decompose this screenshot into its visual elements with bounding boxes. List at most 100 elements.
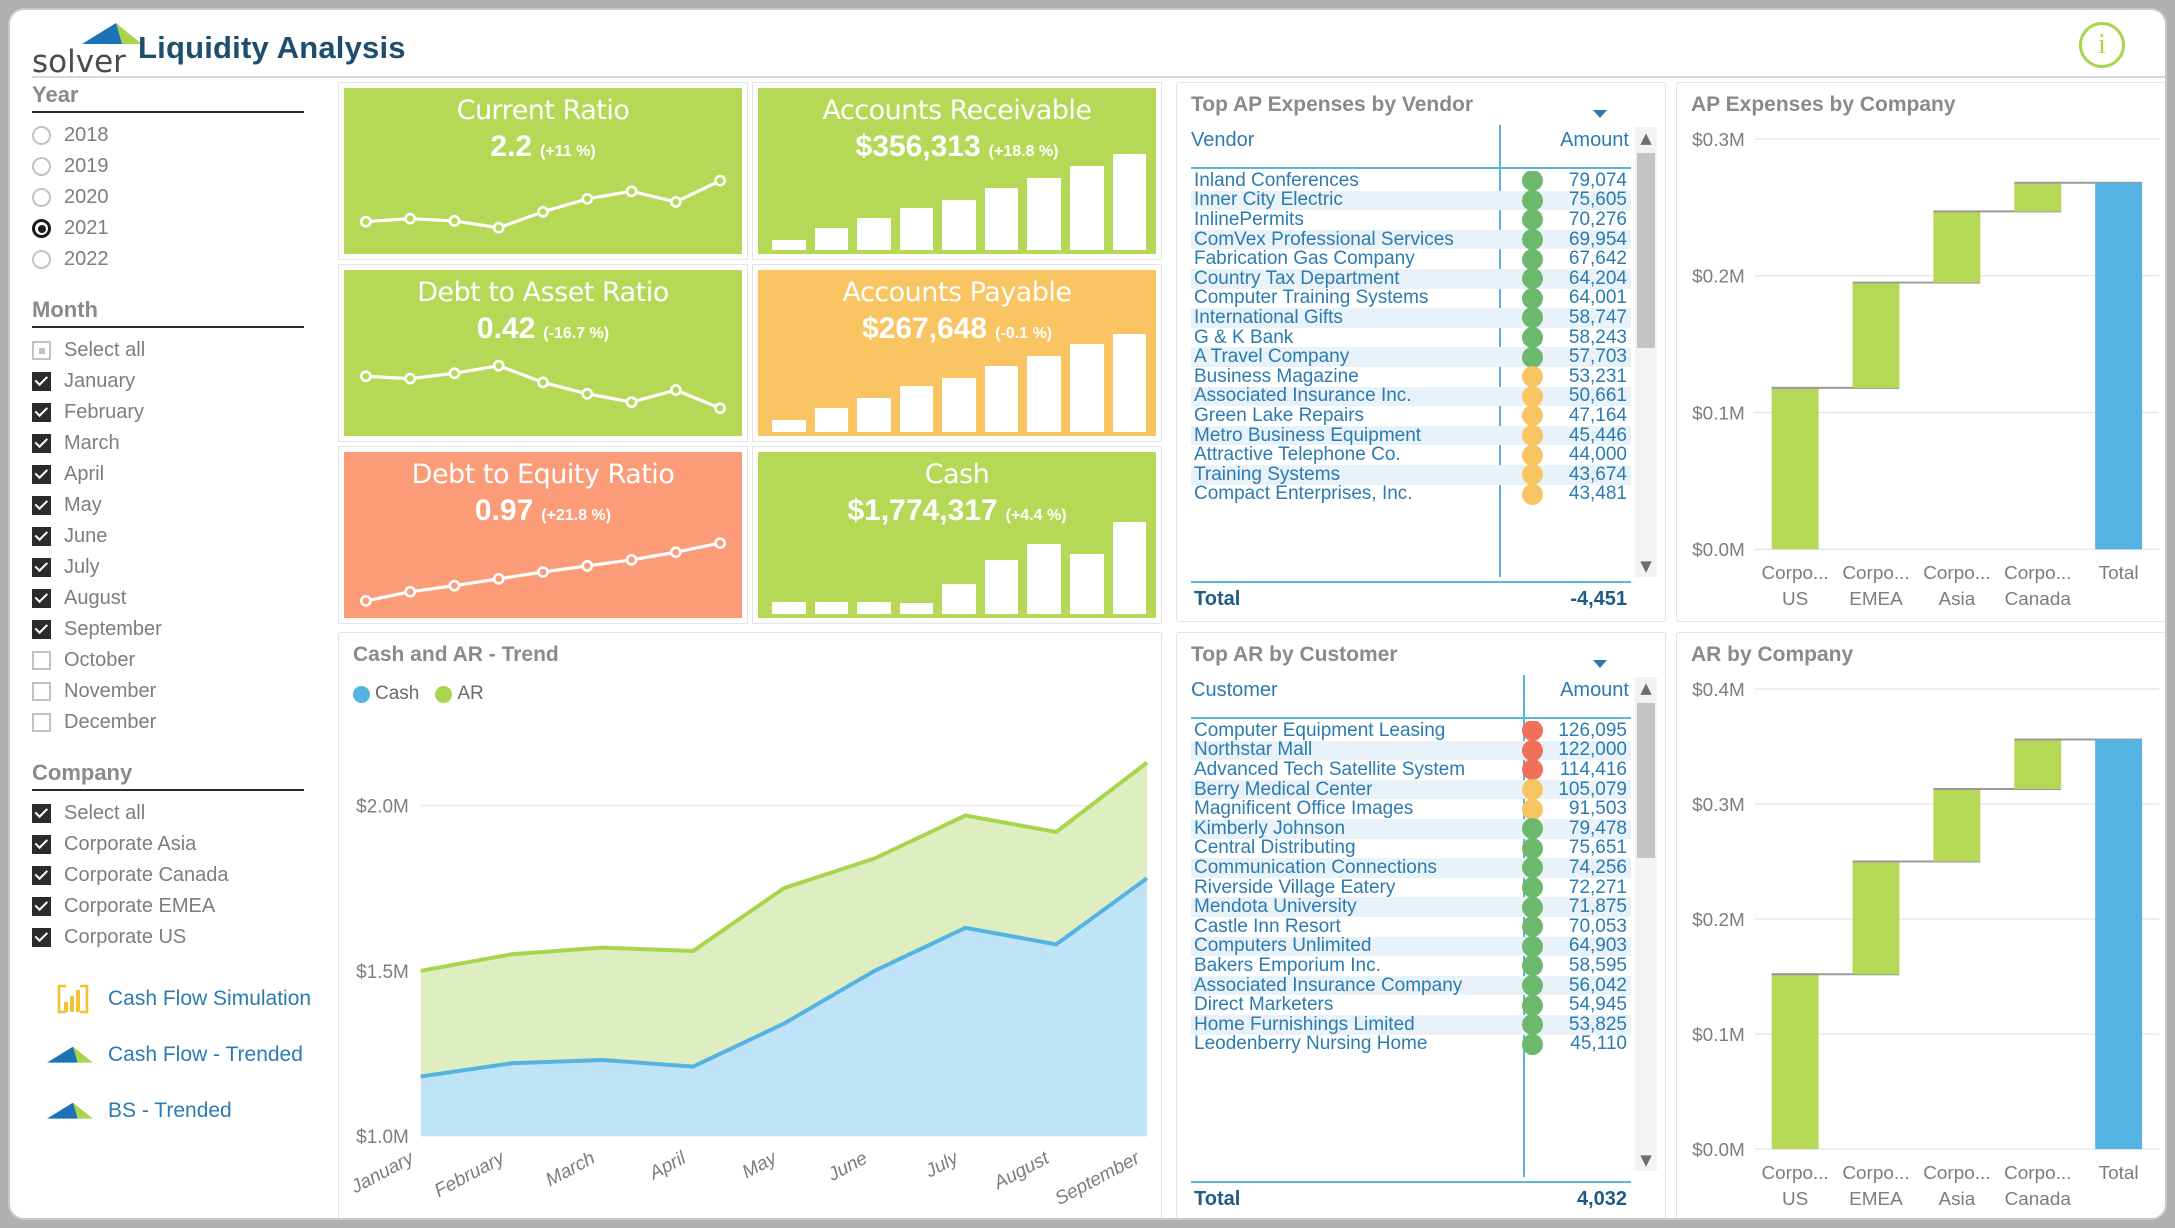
checkbox-icon[interactable] — [32, 558, 51, 577]
ap-table-scrollbar[interactable]: ▲ ▼ — [1635, 127, 1657, 577]
company-option-corporate-canada[interactable]: Corporate Canada — [32, 860, 330, 891]
table-row[interactable]: Training Systems 43,674 — [1191, 464, 1631, 486]
waterfall-bar[interactable] — [1852, 860, 1981, 975]
ar-col-amount[interactable]: Amount — [1560, 679, 1629, 702]
table-row[interactable]: Home Furnishings Limited 53,825 — [1191, 1014, 1631, 1036]
table-row[interactable]: Mendota University 71,875 — [1191, 896, 1631, 918]
checkbox-icon[interactable] — [32, 465, 51, 484]
month-option-february[interactable]: February — [32, 397, 330, 428]
year-option-2022[interactable]: 2022 — [32, 244, 330, 275]
waterfall-bar[interactable] — [2095, 739, 2143, 1150]
table-row[interactable]: Communication Connections 74,256 — [1191, 857, 1631, 879]
ap-table-body[interactable]: Inland Conferences 79,074 Inner City Elect… — [1191, 171, 1631, 577]
table-row[interactable]: Advanced Tech Satellite System 114,416 — [1191, 759, 1631, 781]
kpi-card-cash[interactable]: Cash $1,774,317 (+4.4 %) — [752, 446, 1162, 624]
year-option-2020[interactable]: 2020 — [32, 182, 330, 213]
table-row[interactable]: Business Magazine 53,231 — [1191, 366, 1631, 388]
ar-table-body[interactable]: Computer Equipment Leasing 126,095 Northst… — [1191, 721, 1631, 1171]
month-option-november[interactable]: November — [32, 676, 330, 707]
year-option-2018[interactable]: 2018 — [32, 120, 330, 151]
checkbox-icon[interactable] — [32, 341, 51, 360]
company-option-corporate-asia[interactable]: Corporate Asia — [32, 829, 330, 860]
month-option-june[interactable]: June — [32, 521, 330, 552]
table-row[interactable]: Green Lake Repairs 47,164 — [1191, 405, 1631, 427]
table-row[interactable]: Associated Insurance Inc. 50,661 — [1191, 385, 1631, 407]
radio-icon[interactable] — [32, 157, 51, 176]
ap-waterfall-chart[interactable]: $0.0M $0.1M $0.2M $0.3M Corpo... US Corpo... EM… — [1677, 123, 2167, 621]
year-option-2021[interactable]: 2021 — [32, 213, 330, 244]
checkbox-icon[interactable] — [32, 651, 51, 670]
scrollbar-thumb[interactable] — [1637, 703, 1655, 858]
kpi-card-accounts-payable[interactable]: Accounts Payable $267,648 (-0.1 %) — [752, 264, 1162, 442]
table-row[interactable]: Associated Insurance Company 56,042 — [1191, 975, 1631, 997]
kpi-card-debt-to-equity-ratio[interactable]: Debt to Equity Ratio 0.97 (+21.8 %) — [338, 446, 748, 624]
checkbox-icon[interactable] — [32, 620, 51, 639]
table-row[interactable]: ComVex Professional Services 69,954 — [1191, 229, 1631, 251]
waterfall-bar[interactable] — [1852, 281, 1981, 388]
table-row[interactable]: Leodenberry Nursing Home 45,110 — [1191, 1033, 1631, 1055]
radio-icon[interactable] — [32, 219, 51, 238]
waterfall-bar[interactable] — [1933, 210, 2062, 283]
scrollbar-thumb[interactable] — [1637, 153, 1655, 348]
waterfall-bar[interactable] — [2095, 182, 2143, 550]
table-row[interactable]: Attractive Telephone Co. 44,000 — [1191, 444, 1631, 466]
company-option-select-all[interactable]: Select all — [32, 798, 330, 829]
checkbox-icon[interactable] — [32, 928, 51, 947]
checkbox-icon[interactable] — [32, 804, 51, 823]
ap-col-vendor[interactable]: Vendor — [1191, 129, 1254, 152]
info-icon[interactable]: i — [2079, 22, 2125, 68]
table-row[interactable]: Inner City Electric 75,605 — [1191, 189, 1631, 211]
table-row[interactable]: A Travel Company 57,703 — [1191, 346, 1631, 368]
table-row[interactable]: Compact Enterprises, Inc. 43,481 — [1191, 483, 1631, 505]
checkbox-icon[interactable] — [32, 897, 51, 916]
checkbox-icon[interactable] — [32, 682, 51, 701]
table-row[interactable]: Magnificent Office Images 91,503 — [1191, 798, 1631, 820]
month-option-december[interactable]: December — [32, 707, 330, 738]
cash-ar-area-chart[interactable]: $1.0M $1.5M $2.0M January February March April… — [339, 715, 1161, 1220]
table-row[interactable]: Kimberly Johnson 79,478 — [1191, 818, 1631, 840]
radio-icon[interactable] — [32, 250, 51, 269]
month-option-october[interactable]: October — [32, 645, 330, 676]
table-row[interactable]: Northstar Mall 122,000 — [1191, 739, 1631, 761]
legend-item-cash[interactable]: Cash — [353, 683, 419, 705]
table-row[interactable]: Computers Unlimited 64,903 — [1191, 935, 1631, 957]
month-option-may[interactable]: May — [32, 490, 330, 521]
report-link-bs-trended[interactable]: BS - Trended — [38, 1083, 330, 1139]
table-row[interactable]: InlinePermits 70,276 — [1191, 209, 1631, 231]
table-row[interactable]: Berry Medical Center 105,079 — [1191, 779, 1631, 801]
scroll-up-icon[interactable]: ▲ — [1635, 127, 1657, 149]
year-option-2019[interactable]: 2019 — [32, 151, 330, 182]
company-option-corporate-us[interactable]: Corporate US — [32, 922, 330, 953]
month-option-september[interactable]: September — [32, 614, 330, 645]
legend-item-ar[interactable]: AR — [435, 683, 484, 705]
radio-icon[interactable] — [32, 188, 51, 207]
table-row[interactable]: Bakers Emporium Inc. 58,595 — [1191, 955, 1631, 977]
scroll-down-icon[interactable]: ▼ — [1635, 555, 1657, 577]
checkbox-icon[interactable] — [32, 496, 51, 515]
month-option-march[interactable]: March — [32, 428, 330, 459]
report-link-cash-flow-simulation[interactable]: Cash Flow Simulation — [38, 971, 330, 1027]
ar-col-customer[interactable]: Customer — [1191, 679, 1278, 702]
table-row[interactable]: Metro Business Equipment 45,446 — [1191, 425, 1631, 447]
waterfall-bar[interactable] — [1933, 788, 2062, 862]
checkbox-icon[interactable] — [32, 713, 51, 732]
month-option-january[interactable]: January — [32, 366, 330, 397]
checkbox-icon[interactable] — [32, 835, 51, 854]
kpi-card-accounts-receivable[interactable]: Accounts Receivable $356,313 (+18.8 %) — [752, 82, 1162, 260]
report-link-cash-flow-trended[interactable]: Cash Flow - Trended — [38, 1027, 330, 1083]
table-row[interactable]: Computer Training Systems 64,001 — [1191, 287, 1631, 309]
checkbox-icon[interactable] — [32, 372, 51, 391]
ap-col-amount[interactable]: Amount — [1560, 129, 1629, 152]
table-row[interactable]: Riverside Village Eatery 72,271 — [1191, 877, 1631, 899]
table-row[interactable]: Fabrication Gas Company 67,642 — [1191, 248, 1631, 270]
month-option-april[interactable]: April — [32, 459, 330, 490]
table-row[interactable]: International Gifts 58,747 — [1191, 307, 1631, 329]
checkbox-icon[interactable] — [32, 866, 51, 885]
ar-table-scrollbar[interactable]: ▲ ▼ — [1635, 677, 1657, 1171]
ar-waterfall-chart[interactable]: $0.0M $0.1M $0.2M $0.3M $0.4M Corpo... US Corpo… — [1677, 673, 2167, 1220]
company-option-corporate-emea[interactable]: Corporate EMEA — [32, 891, 330, 922]
kpi-card-current-ratio[interactable]: Current Ratio 2.2 (+11 %) — [338, 82, 748, 260]
checkbox-icon[interactable] — [32, 589, 51, 608]
month-option-august[interactable]: August — [32, 583, 330, 614]
radio-icon[interactable] — [32, 126, 51, 145]
